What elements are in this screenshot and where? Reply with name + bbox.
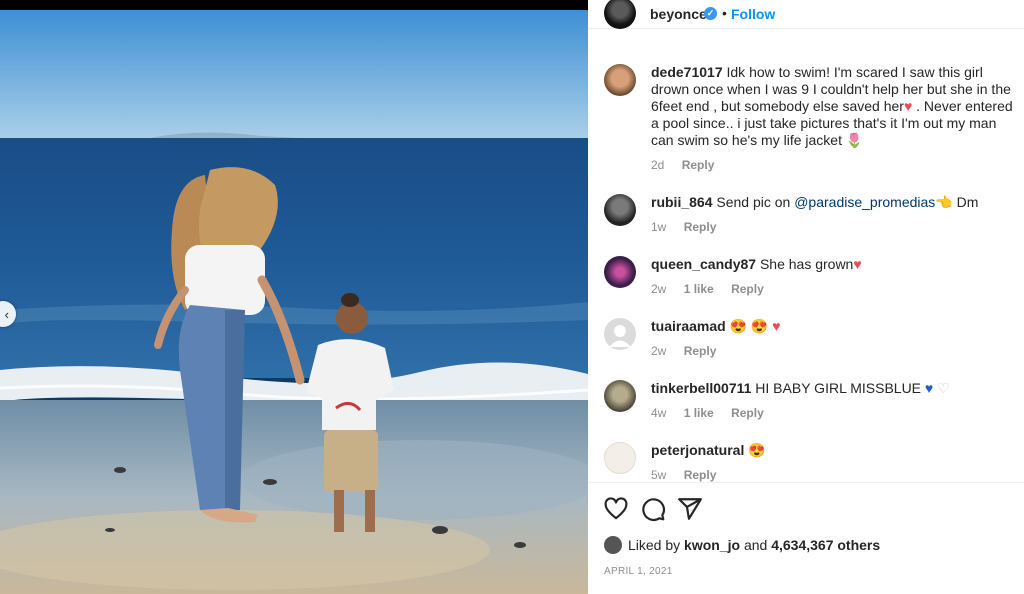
white-heart-emoji: ♡ bbox=[937, 380, 950, 396]
heart-icon[interactable] bbox=[603, 496, 629, 522]
liker-username[interactable]: kwon_jo bbox=[684, 537, 740, 553]
reply-button[interactable]: Reply bbox=[684, 344, 717, 358]
comment-text-part: Send pic on bbox=[716, 194, 795, 210]
liked-by-and: and bbox=[743, 537, 768, 553]
comment-meta: 2w Reply bbox=[651, 344, 730, 358]
reply-button[interactable]: Reply bbox=[682, 158, 715, 172]
comment-meta: 5w Reply bbox=[651, 468, 730, 482]
commenter-avatar[interactable] bbox=[604, 256, 636, 288]
reply-button[interactable]: Reply bbox=[731, 406, 764, 420]
liker-avatar[interactable] bbox=[604, 536, 622, 554]
blue-heart-emoji: ♥ bbox=[924, 380, 934, 396]
comment-icon[interactable] bbox=[640, 496, 666, 522]
mention-link[interactable]: @paradise_promedias bbox=[794, 194, 935, 210]
beach-photo bbox=[0, 10, 588, 594]
commenter-avatar[interactable] bbox=[604, 380, 636, 412]
comment-time: 1w bbox=[651, 220, 667, 234]
comment-author[interactable]: dede71017 bbox=[651, 64, 723, 80]
comment-text-part: HI BABY GIRL MISSBLUE bbox=[755, 380, 922, 396]
author-avatar[interactable] bbox=[604, 0, 636, 29]
post-header: beyonce ✓ • Follow bbox=[588, 0, 1024, 29]
emoji-reaction: 😍 bbox=[748, 442, 766, 458]
post-date[interactable]: APRIL 1, 2021 bbox=[604, 566, 673, 577]
reply-button[interactable]: Reply bbox=[684, 468, 717, 482]
comment-time: 2d bbox=[651, 158, 665, 172]
comment-time: 2w bbox=[651, 282, 667, 296]
share-icon[interactable] bbox=[677, 496, 703, 522]
verified-badge-icon: ✓ bbox=[704, 7, 717, 20]
comment-author[interactable]: rubii_864 bbox=[651, 194, 712, 210]
default-avatar-icon bbox=[609, 325, 631, 347]
post-actions: Liked by kwon_jo and 4,634,367 others AP… bbox=[588, 482, 1024, 594]
comment-meta: 1w Reply bbox=[651, 220, 730, 234]
author-username[interactable]: beyonce bbox=[650, 6, 707, 22]
commenter-avatar[interactable] bbox=[604, 318, 636, 350]
comment-author[interactable]: queen_candy87 bbox=[651, 256, 756, 272]
comment-text: tinkerbell00711 HI BABY GIRL MISSBLUE ♥ … bbox=[651, 380, 1021, 397]
comment-author[interactable]: peterjonatural bbox=[651, 442, 744, 458]
comment-text: dede71017 Idk how to swim! I'm scared I … bbox=[651, 64, 1021, 149]
photo-top-bar bbox=[0, 0, 588, 10]
likes-count[interactable]: 4,634,367 others bbox=[771, 537, 880, 553]
comment-time: 2w bbox=[651, 344, 667, 358]
comment-text: rubii_864 Send pic on @paradise_promedia… bbox=[651, 194, 1021, 211]
reply-button[interactable]: Reply bbox=[731, 282, 764, 296]
emoji-reaction: 😍 😍 ♥ bbox=[729, 318, 781, 334]
comments-list[interactable]: dede71017 Idk how to swim! I'm scared I … bbox=[588, 30, 1024, 482]
comment-meta: 4w 1 like Reply bbox=[651, 406, 778, 420]
comment-likes[interactable]: 1 like bbox=[684, 406, 714, 420]
comment-text-part: She has grown bbox=[759, 256, 854, 272]
reply-button[interactable]: Reply bbox=[684, 220, 717, 234]
post-side-panel: beyonce ✓ • Follow dede71017 Idk how to … bbox=[588, 0, 1024, 594]
follow-button[interactable]: Follow bbox=[731, 6, 775, 22]
comment-likes[interactable]: 1 like bbox=[684, 282, 714, 296]
commenter-avatar[interactable] bbox=[604, 64, 636, 96]
liked-by-prefix: Liked by bbox=[628, 537, 681, 553]
comment-text-part: Dm bbox=[952, 194, 979, 210]
comment-meta: 2d Reply bbox=[651, 158, 728, 172]
tulip-emoji: 🌷 bbox=[845, 132, 864, 148]
comment-author[interactable]: tinkerbell00711 bbox=[651, 380, 751, 396]
comment-time: 4w bbox=[651, 406, 667, 420]
post-photo[interactable]: ‹ bbox=[0, 0, 588, 594]
comment-text: peterjonatural 😍 bbox=[651, 442, 1021, 459]
header-separator: • bbox=[722, 5, 727, 21]
pointing-emoji: 👈 bbox=[935, 194, 953, 210]
commenter-avatar[interactable] bbox=[604, 442, 636, 474]
comment-text: tuairaamad 😍 😍 ♥ bbox=[651, 318, 1021, 335]
comment-meta: 2w 1 like Reply bbox=[651, 282, 778, 296]
likes-summary[interactable]: Liked by kwon_jo and 4,634,367 others bbox=[604, 536, 880, 554]
comment-time: 5w bbox=[651, 468, 667, 482]
commenter-avatar[interactable] bbox=[604, 194, 636, 226]
comment-text: queen_candy87 She has grown♥ bbox=[651, 256, 1021, 273]
heart-emoji: ♥ bbox=[853, 256, 862, 272]
comment-author[interactable]: tuairaamad bbox=[651, 318, 726, 334]
